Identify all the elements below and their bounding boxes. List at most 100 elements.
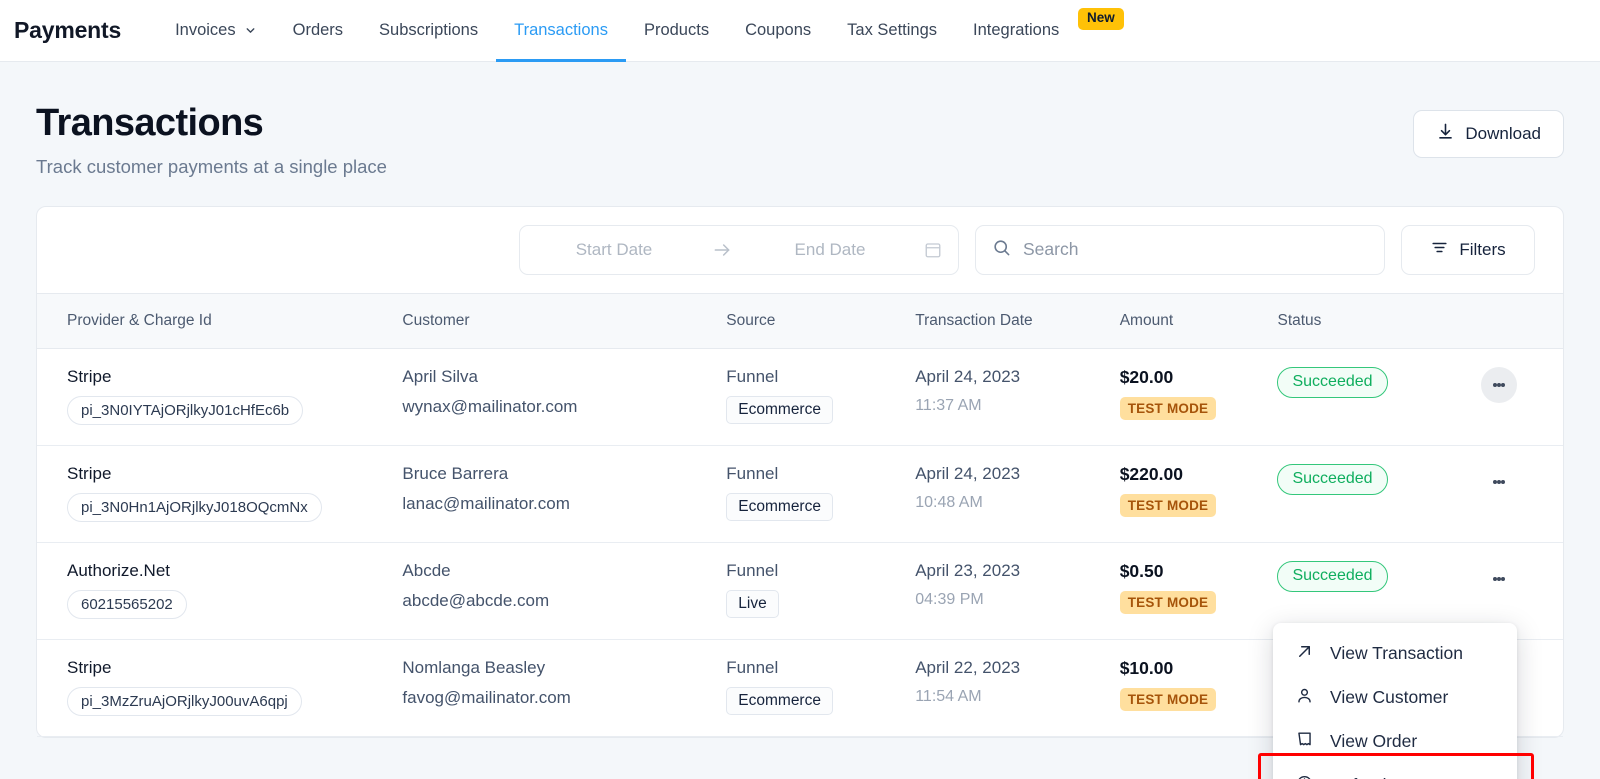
nav-item-transactions[interactable]: Transactions: [496, 0, 626, 62]
download-icon: [1436, 122, 1455, 146]
customer-email: wynax@mailinator.com: [402, 396, 578, 416]
cell-amount: $10.00 TEST MODE: [1119, 639, 1278, 737]
provider-name: Stripe: [67, 366, 112, 386]
search-placeholder: Search: [1023, 239, 1079, 260]
nav-item-label: Tax Settings: [847, 21, 938, 39]
nav-item-orders[interactable]: Orders: [275, 0, 361, 62]
menu-item-label: Refund: [1330, 775, 1386, 779]
page-header: Transactions Track customer payments at …: [36, 62, 1564, 178]
column-header-actions: [1459, 292, 1563, 349]
cell-transaction-date: April 24, 2023 11:37 AM: [915, 348, 1120, 446]
arrow-right-icon: [708, 240, 736, 260]
cell-customer: Bruce Barrera lanac@mailinator.com: [402, 445, 727, 543]
cell-status: Succeeded: [1277, 445, 1460, 543]
calendar-icon: [924, 241, 958, 259]
source-tag: Ecommerce: [726, 492, 833, 521]
search-icon: [992, 238, 1011, 262]
table-head: Provider & Charge Id Customer Source Tra…: [37, 292, 1563, 349]
test-mode-badge: TEST MODE: [1119, 687, 1217, 711]
row-actions-menu-button[interactable]: [1481, 366, 1518, 403]
transaction-date: April 24, 2023: [915, 366, 1021, 386]
cell-source: Funnel Ecommerce: [726, 445, 916, 543]
charge-id-chip: pi_3N0IYTAjORjlkyJ01cHfEc6b: [67, 395, 304, 425]
status-badge: Succeeded: [1277, 560, 1388, 592]
cell-amount: $20.00 TEST MODE: [1119, 348, 1278, 446]
nav-item-label: Products: [643, 21, 710, 39]
row-actions-menu-button[interactable]: [1481, 464, 1517, 500]
source-name: Funnel: [726, 366, 779, 386]
column-header-source[interactable]: Source: [726, 292, 916, 349]
top-navigation-bar: Payments Invoices Orders Subscriptions T…: [0, 0, 1600, 62]
nav-item-products[interactable]: Products: [626, 0, 727, 62]
row-context-menu: View Transaction View Customer View Orde…: [1273, 622, 1517, 779]
menu-item-refund[interactable]: Refund: [1273, 764, 1517, 779]
download-button[interactable]: Download: [1413, 110, 1564, 158]
transaction-time: 10:48 AM: [915, 493, 983, 511]
column-header-customer[interactable]: Customer: [402, 292, 727, 349]
source-name: Funnel: [726, 657, 779, 677]
app-title: Payments: [14, 17, 122, 43]
page-subtitle: Track customer payments at a single plac…: [36, 155, 387, 177]
search-input[interactable]: Search: [975, 224, 1385, 275]
amount-value: $220.00: [1119, 463, 1183, 484]
transaction-date: April 22, 2023: [915, 657, 1021, 677]
menu-item-view-order[interactable]: View Order: [1273, 720, 1517, 764]
menu-item-view-customer[interactable]: View Customer: [1273, 676, 1517, 720]
cell-customer: Abcde abcde@abcde.com: [402, 542, 727, 640]
column-header-transaction-date[interactable]: Transaction Date: [915, 292, 1120, 349]
table-row[interactable]: Stripe pi_3N0IYTAjORjlkyJ01cHfEc6b April…: [37, 348, 1563, 446]
cell-customer: April Silva wynax@mailinator.com: [402, 348, 727, 446]
charge-id-chip: pi_3MzZruAjORjlkyJ00uvA6qpj: [67, 686, 302, 716]
cell-amount: $220.00 TEST MODE: [1119, 445, 1278, 543]
source-tag: Ecommerce: [726, 686, 833, 715]
download-button-label: Download: [1465, 124, 1541, 143]
cell-customer: Nomlanga Beasley favog@mailinator.com: [402, 639, 727, 737]
transactions-card: Start Date End Date Search Filters Provi…: [36, 205, 1564, 779]
test-mode-badge: TEST MODE: [1119, 493, 1217, 517]
transaction-time: 04:39 PM: [915, 590, 984, 608]
filter-icon: [1430, 238, 1449, 262]
customer-email: lanac@mailinator.com: [402, 493, 570, 513]
nav-item-integrations[interactable]: Integrations: [955, 0, 1077, 62]
status-badge: Succeeded: [1277, 366, 1388, 398]
row-actions-menu-button[interactable]: [1481, 561, 1517, 597]
cell-actions: [1459, 348, 1563, 446]
amount-value: $0.50: [1119, 560, 1164, 581]
nav-item-coupons[interactable]: Coupons: [727, 0, 829, 62]
nav-items: Invoices Orders Subscriptions Transactio…: [157, 0, 1077, 62]
page-header-text: Transactions Track customer payments at …: [36, 102, 387, 178]
charge-id-chip: 60215565202: [67, 589, 187, 619]
dollar-circle-icon: [1295, 774, 1314, 779]
column-header-status[interactable]: Status: [1277, 292, 1460, 349]
transaction-time: 11:37 AM: [915, 396, 982, 414]
nav-item-subscriptions[interactable]: Subscriptions: [361, 0, 496, 62]
nav-item-label: Orders: [292, 21, 344, 39]
column-header-provider[interactable]: Provider & Charge Id: [37, 292, 403, 349]
page-title: Transactions: [36, 102, 264, 144]
filters-button[interactable]: Filters: [1401, 224, 1535, 275]
nav-item-tax-settings[interactable]: Tax Settings: [829, 0, 955, 62]
page-content: Transactions Track customer payments at …: [0, 62, 1600, 779]
test-mode-badge: TEST MODE: [1119, 590, 1217, 614]
nav-item-label: Integrations: [973, 21, 1060, 39]
cell-transaction-date: April 24, 2023 10:48 AM: [915, 445, 1120, 543]
cell-provider: Stripe pi_3N0IYTAjORjlkyJ01cHfEc6b: [37, 348, 403, 446]
menu-item-view-transaction[interactable]: View Transaction: [1273, 632, 1517, 676]
person-icon: [1295, 686, 1314, 710]
cell-source: Funnel Ecommerce: [726, 348, 916, 446]
date-range-picker[interactable]: Start Date End Date: [519, 224, 959, 275]
end-date-input[interactable]: End Date: [736, 240, 924, 260]
nav-item-label: Invoices: [175, 21, 236, 39]
menu-item-label: View Customer: [1330, 687, 1449, 708]
start-date-input[interactable]: Start Date: [520, 240, 708, 260]
column-header-amount[interactable]: Amount: [1119, 292, 1278, 349]
menu-item-label: View Transaction: [1330, 643, 1463, 664]
cell-provider: Stripe pi_3N0Hn1AjORjlkyJ018OQcmNx: [37, 445, 403, 543]
customer-name: April Silva: [402, 366, 478, 386]
table-row[interactable]: Stripe pi_3N0Hn1AjORjlkyJ018OQcmNx Bruce…: [37, 445, 1563, 543]
nav-item-label: Transactions: [514, 21, 608, 39]
nav-item-invoices[interactable]: Invoices: [157, 0, 275, 62]
cell-source: Funnel Ecommerce: [726, 639, 916, 737]
transaction-date: April 24, 2023: [915, 463, 1021, 483]
test-mode-badge: TEST MODE: [1119, 396, 1217, 420]
